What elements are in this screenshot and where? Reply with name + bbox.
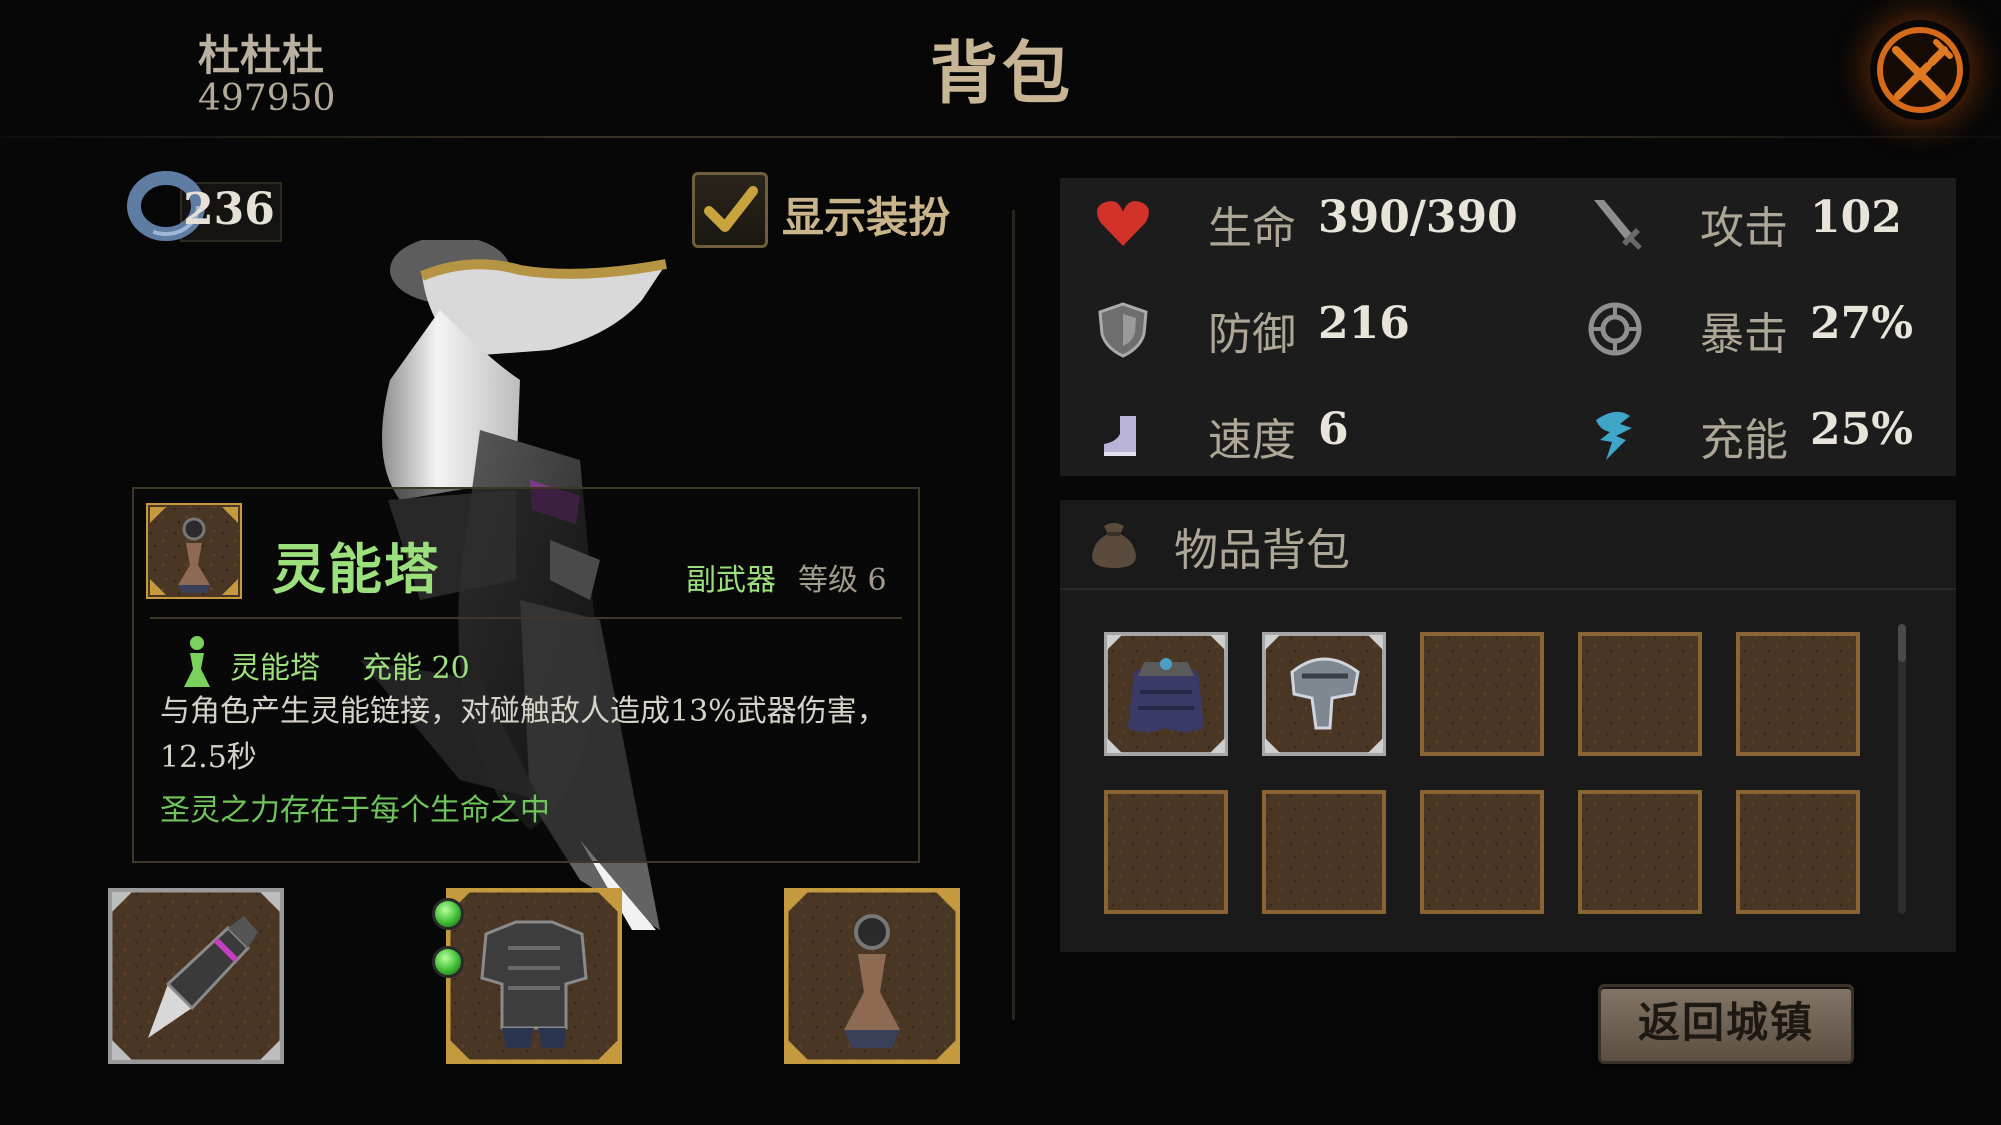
stat-label: 生命 [1208,203,1296,254]
empty-slot-icon [1578,790,1702,914]
heart-icon [1097,201,1149,246]
stat-value: 216 [1318,298,1410,349]
inventory-slot[interactable] [1262,790,1386,914]
inventory-slot[interactable] [1736,632,1860,756]
page-title: 背包 [930,34,1075,114]
close-icon [1877,27,1963,113]
currency-display: 236 [124,160,282,246]
stat-defense: 防御 216 [1094,292,1494,362]
empty-slot-icon [1262,790,1386,914]
stat-label: 速度 [1208,415,1296,466]
empty-slot-icon [1420,790,1544,914]
stat-attack: 攻击 102 [1586,186,1926,256]
inventory-slot[interactable] [1736,790,1860,914]
return-town-button[interactable]: 返回城镇 [1598,984,1854,1064]
player-id: 497950 [198,78,336,119]
stat-value: 390/390 [1318,192,1518,243]
item-tooltip: 灵能塔 副武器 等级 6 灵能塔 充能 20 与角色产生灵能链接，对碰触敌人造成… [132,487,920,863]
inventory-scrollbar[interactable] [1898,624,1906,914]
item-description: 与角色产生灵能链接，对碰触敌人造成13%武器伤害，12.5秒 [160,694,887,775]
armor-slot[interactable] [446,888,622,1064]
panel-divider [1012,210,1015,1020]
item-lore: 圣灵之力存在于每个生命之中 [160,793,550,828]
scrollbar-thumb[interactable] [1898,624,1906,662]
stat-value: 6 [1318,404,1349,455]
stat-value: 102 [1810,192,1902,243]
spirit-tower-icon [146,503,242,599]
skill-name: 灵能塔 [230,651,320,686]
item-name: 灵能塔 [272,537,440,601]
stat-crit: 暴击 27% [1586,292,1926,362]
gem-socket-1 [432,898,464,930]
stat-label: 暴击 [1700,309,1788,360]
inventory-panel: 物品背包 [1060,500,1956,952]
empty-slot-icon [1736,790,1860,914]
player-name: 杜杜杜 [198,31,325,80]
close-button[interactable] [1870,20,1970,120]
inventory-title: 物品背包 [1174,525,1350,576]
inventory-slot[interactable] [1262,632,1386,756]
stat-health: 生命 390/390 [1094,186,1518,256]
stat-label: 攻击 [1700,203,1788,254]
shield-icon [1098,302,1148,358]
inventory-slot[interactable] [1104,632,1228,756]
gem-socket-2 [432,946,464,978]
inventory-slot[interactable] [1420,632,1544,756]
stat-value: 25% [1810,404,1914,455]
empty-slot-icon [1420,632,1544,756]
stat-value: 27% [1810,298,1914,349]
spirit-tower-icon [784,888,960,1064]
item-type: 副武器 [686,563,776,598]
stats-panel: 生命 390/390 攻击 102 防御 216 暴击 27% 速度 6 充能 … [1060,178,1956,476]
bag-icon [1092,523,1136,568]
helmet-icon [1262,632,1386,756]
inventory-slot[interactable] [1578,632,1702,756]
show-outfit-toggle[interactable]: 显示装扮 [692,172,962,250]
crit-icon [1588,302,1642,356]
show-outfit-checkbox[interactable] [692,172,768,248]
boot-icon [1104,416,1136,456]
spirit-skill-icon [184,636,210,687]
empty-slot-icon [1104,790,1228,914]
chest-armor-icon [446,888,622,1064]
header-divider [0,136,2001,138]
stat-label: 充能 [1700,415,1788,466]
stat-charge: 充能 25% [1586,398,1926,468]
check-icon [704,186,758,232]
stat-speed: 速度 6 [1094,398,1494,468]
tooltip-divider [150,617,902,619]
offhand-slot[interactable] [784,888,960,1064]
sword-icon [1594,200,1642,250]
stat-label: 防御 [1208,309,1296,360]
empty-slot-icon [1578,632,1702,756]
inventory-slot[interactable] [1104,790,1228,914]
inventory-slot[interactable] [1578,790,1702,914]
charge-icon [1596,411,1632,460]
inventory-slot[interactable] [1420,790,1544,914]
inventory-header: 物品背包 [1060,500,1956,590]
cloak-icon [1104,632,1228,756]
currency-value: 236 [183,184,275,235]
show-outfit-label: 显示装扮 [782,193,951,242]
item-level: 等级 6 [798,563,887,598]
spear-icon [108,888,284,1064]
weapon-slot[interactable] [108,888,284,1064]
empty-slot-icon [1736,632,1860,756]
skill-charge: 充能 20 [362,651,470,686]
